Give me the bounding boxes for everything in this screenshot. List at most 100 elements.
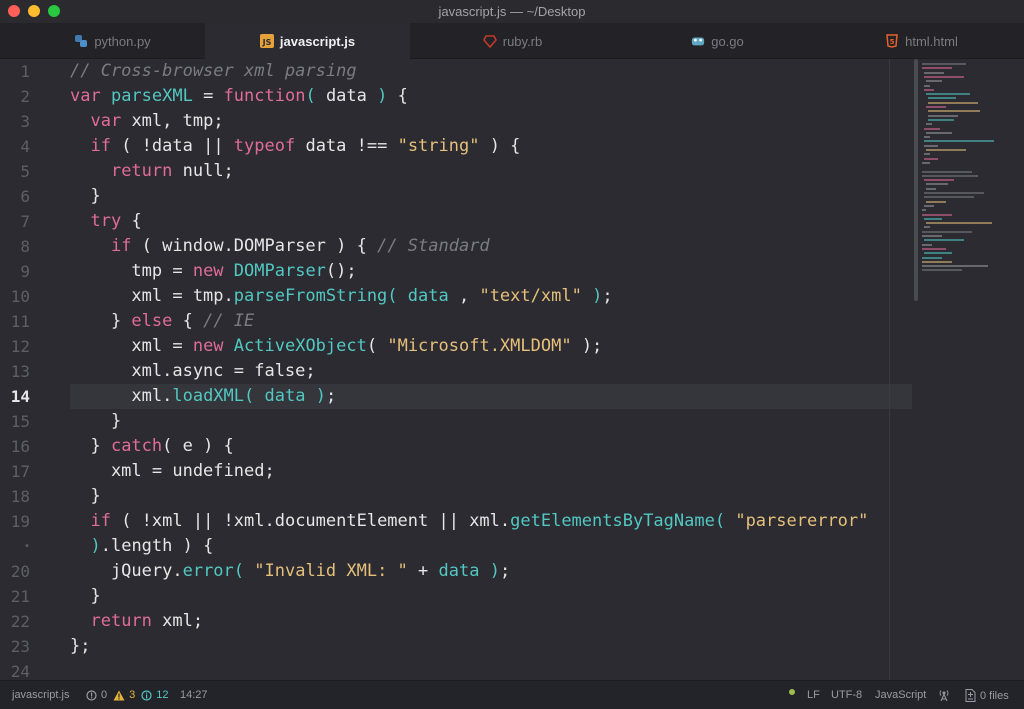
code-line[interactable]: } [70,409,121,434]
tab-go[interactable]: go.go [615,23,820,59]
code-token: .length ) { [100,536,214,556]
code-line[interactable]: } [70,584,100,609]
code-token: } [70,311,132,331]
git-status-dot[interactable] [789,689,795,695]
line-number: 1 [20,62,30,81]
minimap-line [924,252,952,255]
code-line[interactable]: var parseXML = function( data ) { [70,84,408,109]
minimap-line [924,136,930,139]
tab-python[interactable]: python.py [10,23,215,59]
warning-triangle-icon [113,690,125,701]
code-line[interactable]: if ( window.DOMParser ) { // Standard [70,234,490,259]
status-file-name[interactable]: javascript.js [12,689,69,701]
minimap-line [924,226,930,229]
code-token: xml, tmp; [131,111,224,131]
code-token: data [438,561,480,581]
line-number: 12 [10,337,30,356]
minimap-line [924,140,994,143]
code-line[interactable]: } else { // IE [70,309,254,334]
minimap-line [928,118,954,121]
minimap[interactable] [918,59,1014,299]
code-area[interactable]: // Cross-browser xml parsing var parseXML… [70,59,912,680]
grammar-label: JavaScript [875,689,927,701]
line-number: 13 [10,362,30,381]
title-bar: javascript.js — ~/Desktop [0,0,1024,23]
diagnostics-summary[interactable]: 0 3 12 [86,689,169,701]
code-line[interactable]: if ( !data || typeof data !== "string" )… [70,134,520,159]
tab-bar: python.py JS javascript.js ruby.rb go.go… [0,23,1024,59]
code-line[interactable]: xml = new ActiveXObject( "Microsoft.XMLD… [70,334,602,359]
code-token: xml; [151,611,204,631]
info-circle-icon [141,689,152,701]
minimap-line [924,144,938,147]
broadcast-antenna-icon [937,689,951,702]
tab-ruby[interactable]: ruby.rb [410,23,615,59]
tab-html[interactable]: 5 html.html [819,23,1024,59]
code-line[interactable]: if ( !xml || !xml.documentElement || xml… [70,509,868,534]
code-token: ( window.DOMParser ) { [131,236,378,256]
code-line[interactable]: }; [70,634,90,659]
code-line[interactable]: var xml, tmp; [70,109,224,134]
code-token: var [90,111,132,131]
minimap-line [928,110,980,113]
code-token: , [448,286,480,306]
code-token: data [407,286,449,306]
code-token: xml = [70,336,193,356]
tab-javascript[interactable]: JS javascript.js [205,23,410,59]
code-token: "Microsoft.XMLDOM" [387,336,572,356]
git-files-status[interactable]: 0 files [965,689,1009,702]
code-token: } [70,186,101,206]
minimap-line [928,97,956,100]
code-token: if [90,511,111,531]
grammar-selector[interactable]: JavaScript [875,689,926,701]
code-token: return [110,161,173,181]
minimap-line [922,63,966,65]
minimap-line [924,88,934,91]
minimap-line [926,106,946,108]
code-token: tmp = [70,261,193,281]
minimap-line [924,127,940,130]
code-line[interactable]: xml = undefined; [70,459,275,484]
code-token: data [264,386,306,406]
editor-pane[interactable]: 1 2 3 4 5 6 7 8 9 10 11 12 13 14 15 16 17 18 19 • 20 21 22 23 24… [0,59,1024,681]
code-line[interactable]: xml.async = false; [70,359,315,384]
code-line[interactable]: return null; [70,159,234,184]
encoding-selector[interactable]: UTF-8 [831,689,862,701]
cursor-position[interactable]: 14:27 [180,689,208,701]
code-token: ); [571,336,603,356]
line-ending-selector[interactable]: LF [807,689,820,701]
code-token: ) [489,561,500,581]
teletype-button[interactable] [937,689,955,702]
minimap-line [924,75,964,78]
line-number: 11 [10,312,30,331]
code-token: // IE [203,311,255,331]
code-line[interactable]: return xml; [70,609,203,634]
code-line[interactable]: } catch( e ) { [70,434,233,459]
minimap-line [926,187,936,190]
code-token: ; [325,386,337,406]
files-count-label: 0 files [980,689,1009,702]
code-line[interactable]: xml = tmp.parseFromString( data , "text/… [70,284,612,309]
code-line[interactable]: try { [70,209,141,234]
code-line[interactable]: // Cross-browser xml parsing [70,59,357,84]
code-line[interactable]: tmp = new DOMParser(); [70,259,356,284]
minimap-line [924,196,974,199]
code-line[interactable]: } [70,184,101,209]
code-line[interactable]: } [70,484,100,509]
js-file-icon: JS [259,34,274,48]
error-circle-icon [86,689,97,701]
code-line[interactable]: ).length ) { [70,534,213,559]
line-number: 5 [20,162,30,181]
minimap-line [924,217,942,220]
tab-label: ruby.rb [502,33,543,49]
code-line[interactable]: xml.loadXML( data ); [70,384,336,409]
info-count: 12 [156,689,169,701]
code-line[interactable]: jQuery.error( "Invalid XML: " + data ); [70,559,510,584]
code-token: getElementsByTagName( [510,511,726,531]
status-dot-icon [789,689,795,695]
code-token: catch [110,436,163,456]
